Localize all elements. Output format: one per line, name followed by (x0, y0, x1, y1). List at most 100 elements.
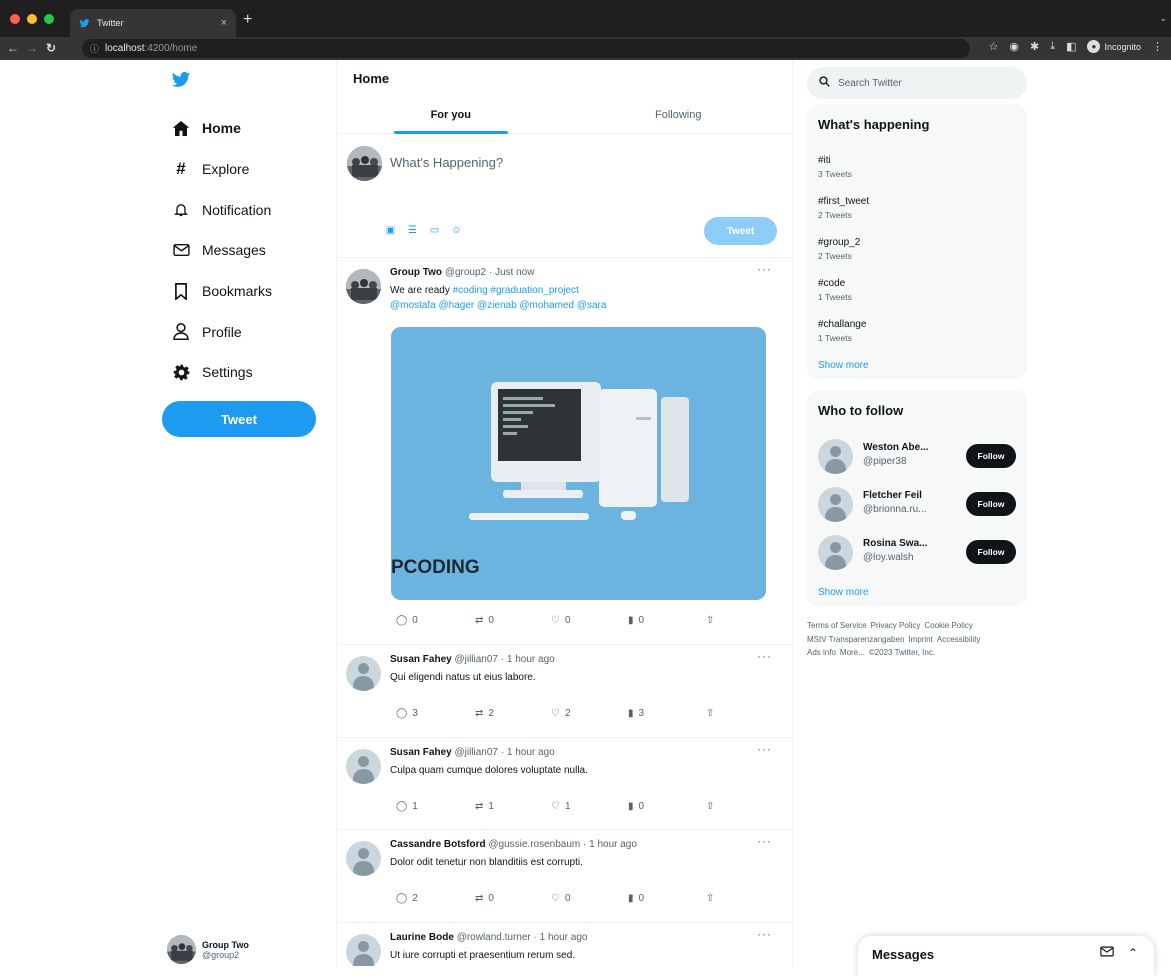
like-button[interactable]: ♡ 1 (551, 801, 628, 812)
follow-button[interactable]: Follow (966, 492, 1016, 516)
messages-drawer[interactable]: Messages ⌃ (858, 936, 1154, 976)
tweet-mentions[interactable]: @mostafa @hager @zienab @mohamed @sara (390, 300, 606, 311)
tweet[interactable]: Susan Fahey @jillian07 · 1 hour ago ··· … (337, 738, 792, 830)
trend-item[interactable]: #first_tweet 2 Tweets (818, 196, 869, 220)
follow-button[interactable]: Follow (966, 444, 1016, 468)
calendar-icon[interactable]: ▭ (429, 225, 440, 236)
tab-close-button[interactable]: × (221, 17, 227, 29)
sidebar-item-explore[interactable]: # Explore (172, 149, 272, 190)
camera-icon[interactable]: ◉ (1009, 40, 1019, 53)
compose-input[interactable]: What's Happening? (390, 155, 503, 170)
side-panel-icon[interactable]: ◧ (1066, 40, 1076, 53)
trend-item[interactable]: #challange 1 Tweets (818, 319, 866, 343)
footer-link[interactable]: Cookie Policy (924, 621, 972, 630)
search-input[interactable]: Search Twitter (807, 67, 1027, 99)
like-button[interactable]: ♡ 2 (551, 708, 628, 719)
emoji-icon[interactable]: ☺ (451, 225, 462, 236)
footer-link[interactable]: Ads info (807, 648, 836, 657)
more-options-icon[interactable]: ··· (757, 834, 772, 848)
retweet-button[interactable]: ⇄ 2 (475, 708, 551, 719)
more-options-icon[interactable]: ··· (757, 927, 772, 941)
reply-button[interactable]: ◯ 1 (396, 801, 475, 812)
trend-item[interactable]: #group_2 2 Tweets (818, 237, 860, 261)
tweet-author[interactable]: Susan Fahey (390, 654, 452, 665)
twitter-logo-icon[interactable] (170, 70, 192, 90)
download-icon[interactable]: ⤓ (1050, 40, 1055, 53)
follow-button[interactable]: Follow (966, 540, 1016, 564)
footer-link[interactable]: Terms of Service (807, 621, 867, 630)
reply-button[interactable]: ◯ 3 (396, 708, 475, 719)
share-button[interactable]: ⇧ (706, 893, 714, 904)
sidebar-item-messages[interactable]: Messages (172, 230, 272, 271)
minimize-window-button[interactable] (27, 14, 37, 24)
maximize-window-button[interactable] (44, 14, 54, 24)
tab-following[interactable]: Following (565, 100, 793, 133)
sidebar-item-bookmarks[interactable]: Bookmarks (172, 271, 272, 312)
browser-tab[interactable]: Twitter × (70, 9, 236, 37)
back-arrow-icon[interactable]: ← (7, 41, 19, 55)
views-button[interactable]: ▮ 0 (628, 893, 706, 904)
follow-show-more-link[interactable]: Show more (818, 587, 869, 598)
tweet-author[interactable]: Cassandre Botsford (390, 839, 486, 850)
retweet-button[interactable]: ⇄ 0 (475, 893, 551, 904)
forward-arrow-icon[interactable]: → (26, 41, 38, 55)
more-options-icon[interactable]: ··· (757, 262, 772, 276)
tweet-author[interactable]: Laurine Bode (390, 932, 454, 943)
tab-search-chevron-icon[interactable]: ⌄ (1159, 13, 1167, 24)
views-button[interactable]: ▮ 0 (628, 615, 706, 626)
sidebar-item-home[interactable]: Home (172, 108, 272, 149)
tweet[interactable]: Cassandre Botsford @gussie.rosenbaum · 1… (337, 830, 792, 923)
views-button[interactable]: ▮ 0 (628, 801, 706, 812)
chevron-double-up-icon[interactable]: ⌃ (1128, 946, 1138, 960)
follow-suggestion[interactable]: Rosina Swa... @loy.walsh Follow (818, 535, 1018, 571)
sidebar-item-settings[interactable]: Settings (172, 352, 272, 393)
tweet-author[interactable]: Susan Fahey (390, 747, 452, 758)
incognito-indicator[interactable]: ● Incognito (1087, 40, 1141, 53)
tweet[interactable]: Group Two @group2 · Just now ··· We are … (337, 258, 792, 645)
close-window-button[interactable] (10, 14, 20, 24)
site-info-icon[interactable]: ⓘ (90, 42, 99, 55)
url-field[interactable]: ⓘ localhost:4200/home (82, 39, 970, 58)
trend-item[interactable]: #iti 3 Tweets (818, 155, 852, 179)
share-button[interactable]: ⇧ (706, 801, 714, 812)
reload-icon[interactable]: ↻ (46, 41, 56, 55)
account-switcher[interactable]: Group Two @group2 (167, 935, 249, 964)
trend-item[interactable]: #code 1 Tweets (818, 278, 852, 302)
retweet-button[interactable]: ⇄ 0 (475, 615, 551, 626)
like-button[interactable]: ♡ 0 (551, 615, 628, 626)
star-icon[interactable]: ☆ (988, 40, 998, 53)
poll-icon[interactable]: ☰ (407, 225, 418, 236)
trends-show-more-link[interactable]: Show more (818, 360, 869, 371)
tweet-image[interactable]: PCODING (391, 327, 766, 600)
share-button[interactable]: ⇧ (706, 615, 714, 626)
retweet-button[interactable]: ⇄ 1 (475, 801, 551, 812)
footer-link[interactable]: MStV Transparenzangaben (807, 635, 904, 644)
new-message-icon[interactable] (1100, 946, 1114, 960)
more-options-icon[interactable]: ··· (757, 742, 772, 756)
image-icon[interactable]: ▣ (385, 225, 396, 236)
tab-for-you[interactable]: For you (337, 100, 565, 134)
follow-suggestion[interactable]: Fletcher Feil @brionna.ru... Follow (818, 487, 1018, 523)
compose-tweet-button[interactable]: Tweet (704, 217, 777, 245)
share-button[interactable]: ⇧ (706, 708, 714, 719)
follow-suggestion[interactable]: Weston Abe... @piper38 Follow (818, 439, 1018, 475)
tweet[interactable]: Laurine Bode @rowland.turner · 1 hour ag… (337, 923, 792, 966)
browser-menu-icon[interactable]: ⋮ (1152, 40, 1163, 53)
views-button[interactable]: ▮ 3 (628, 708, 706, 719)
more-options-icon[interactable]: ··· (757, 649, 772, 663)
tweet-hashtags[interactable]: #coding #graduation_project (453, 285, 579, 296)
tweet[interactable]: Susan Fahey @jillian07 · 1 hour ago ··· … (337, 645, 792, 738)
reply-button[interactable]: ◯ 0 (396, 615, 475, 626)
footer-link[interactable]: Accessibility (937, 635, 981, 644)
tweet-author[interactable]: Group Two (390, 267, 442, 278)
extensions-icon[interactable]: ✱ (1030, 40, 1039, 53)
sidebar-item-profile[interactable]: Profile (172, 311, 272, 352)
footer-link[interactable]: More... (840, 648, 865, 657)
sidebar-item-notification[interactable]: Notification (172, 189, 272, 230)
like-button[interactable]: ♡ 0 (551, 893, 628, 904)
footer-link[interactable]: Imprint (908, 635, 932, 644)
new-tab-button[interactable]: + (243, 11, 252, 29)
reply-button[interactable]: ◯ 2 (396, 893, 475, 904)
footer-link[interactable]: Privacy Policy (871, 621, 921, 630)
sidebar-tweet-button[interactable]: Tweet (162, 401, 316, 437)
